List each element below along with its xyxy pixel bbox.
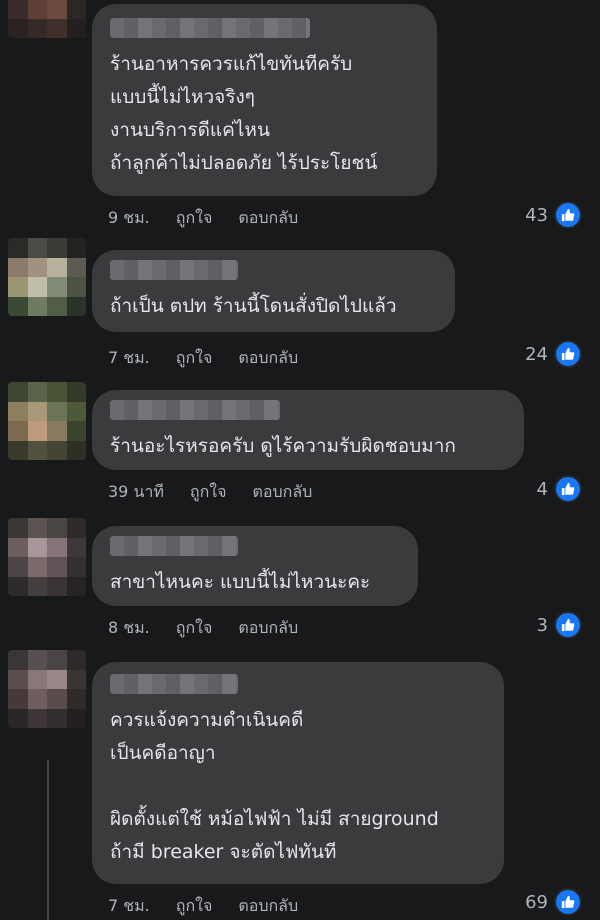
timestamp[interactable]: 7 ชม.	[108, 894, 150, 919]
reply-action[interactable]: ตอบกลับ	[238, 346, 298, 371]
avatar[interactable]	[8, 0, 86, 38]
comment-meta: 8 ชม. ถูกใจ ตอบกลับ	[108, 616, 298, 641]
comment-text: สาขาไหนคะ แบบนี้ไม่ไหวนะคะ	[110, 571, 371, 593]
thumbs-up-icon	[554, 888, 582, 916]
avatar[interactable]	[8, 238, 86, 316]
thumbs-up-icon	[554, 611, 582, 639]
reaction-count[interactable]: 4	[537, 475, 582, 503]
like-action[interactable]: ถูกใจ	[176, 894, 213, 919]
like-count: 43	[525, 204, 548, 226]
author-name-blurred[interactable]	[110, 536, 238, 556]
like-action[interactable]: ถูกใจ	[176, 206, 213, 231]
comment-bubble: ถ้าเป็น ตปท ร้านนี้โดนสั่งปิดไปแล้ว	[92, 250, 455, 332]
comment-text: ถ้าเป็น ตปท ร้านนี้โดนสั่งปิดไปแล้ว	[110, 295, 397, 317]
thread-line	[47, 760, 49, 920]
comment-text: ร้านอะไรหรอครับ ดูไร้ความรับผิดชอบมาก	[110, 435, 456, 457]
timestamp[interactable]: 9 ชม.	[108, 206, 150, 231]
author-name-blurred[interactable]	[110, 260, 238, 280]
comment-bubble: สาขาไหนคะ แบบนี้ไม่ไหวนะคะ	[92, 526, 418, 606]
thumbs-up-icon	[554, 340, 582, 368]
comment-text: ร้านอาหารควรแก้ไขทันทีครับ แบบนี้ไม่ไหวจ…	[110, 53, 378, 174]
reply-action[interactable]: ตอบกลับ	[238, 616, 298, 641]
avatar[interactable]	[8, 518, 86, 596]
comment-meta: 7 ชม. ถูกใจ ตอบกลับ	[108, 894, 298, 919]
thumbs-up-icon	[554, 201, 582, 229]
reply-action[interactable]: ตอบกลับ	[238, 206, 298, 231]
like-count: 4	[536, 478, 548, 500]
author-name-blurred[interactable]	[110, 674, 238, 694]
reaction-count[interactable]: 43	[525, 201, 582, 229]
reaction-count[interactable]: 24	[525, 340, 582, 368]
comment-text: ควรแจ้งความดำเนินคดี เป็นคดีอาญา ผิดตั้ง…	[110, 709, 439, 863]
like-count: 24	[525, 343, 548, 365]
reaction-count[interactable]: 69	[525, 888, 582, 916]
thumbs-up-icon	[554, 475, 582, 503]
like-action[interactable]: ถูกใจ	[176, 346, 213, 371]
comment-bubble: ร้านอะไรหรอครับ ดูไร้ความรับผิดชอบมาก	[92, 390, 524, 470]
avatar[interactable]	[8, 382, 86, 460]
timestamp[interactable]: 7 ชม.	[108, 346, 150, 371]
timestamp[interactable]: 8 ชม.	[108, 616, 150, 641]
avatar[interactable]	[8, 650, 86, 728]
reply-action[interactable]: ตอบกลับ	[238, 894, 298, 919]
like-action[interactable]: ถูกใจ	[176, 616, 213, 641]
comment-bubble: ควรแจ้งความดำเนินคดี เป็นคดีอาญา ผิดตั้ง…	[92, 662, 504, 884]
reaction-count[interactable]: 3	[537, 611, 582, 639]
comment-bubble: ร้านอาหารควรแก้ไขทันทีครับ แบบนี้ไม่ไหวจ…	[92, 4, 437, 196]
like-count: 69	[525, 891, 548, 913]
author-name-blurred[interactable]	[110, 400, 280, 420]
comment-meta: 39 นาที ถูกใจ ตอบกลับ	[108, 480, 312, 505]
reply-action[interactable]: ตอบกลับ	[252, 480, 312, 505]
comment-meta: 9 ชม. ถูกใจ ตอบกลับ	[108, 206, 298, 231]
like-count: 3	[536, 614, 548, 636]
author-name-blurred[interactable]	[110, 18, 310, 38]
like-action[interactable]: ถูกใจ	[190, 480, 227, 505]
timestamp[interactable]: 39 นาที	[108, 480, 164, 505]
comment-meta: 7 ชม. ถูกใจ ตอบกลับ	[108, 346, 298, 371]
